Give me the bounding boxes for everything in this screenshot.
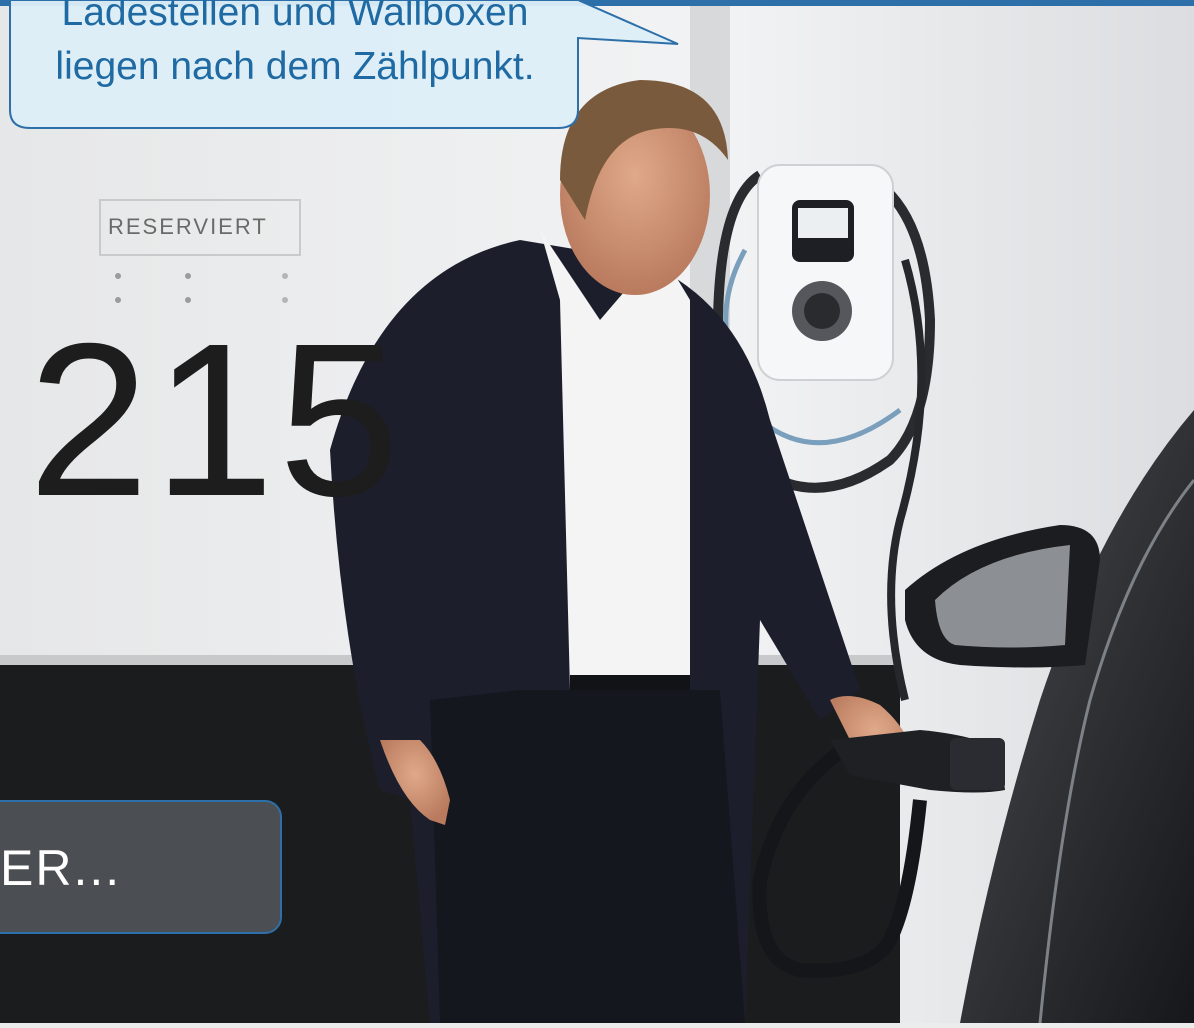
speech-bubble: Ladestellen und Wallboxen liegen nach de… [0, 0, 700, 140]
parking-space-number: 215 [28, 299, 404, 542]
reserved-sign: RESERVIERT [108, 214, 268, 239]
speech-bubble-text: Ladestellen und Wallboxen liegen nach de… [55, 0, 535, 88]
continue-card-label[interactable]: ER... [0, 838, 120, 898]
